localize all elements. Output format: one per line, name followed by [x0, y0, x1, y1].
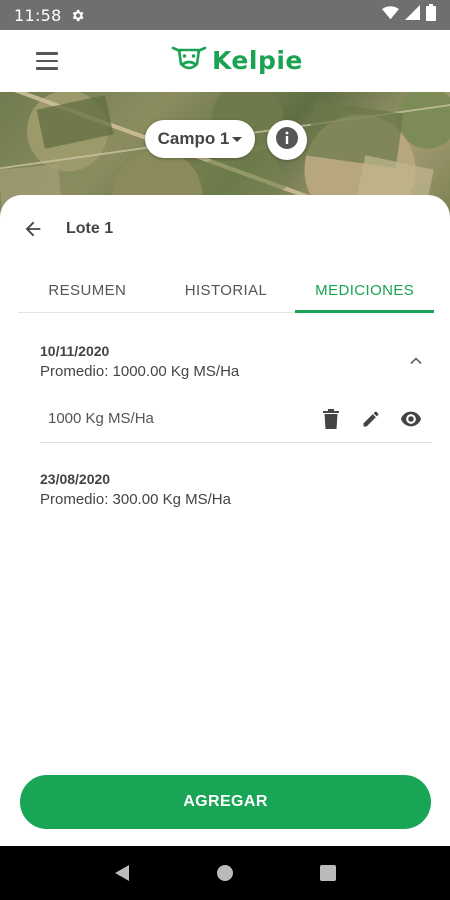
field-selector[interactable]: Campo 1 [145, 120, 255, 158]
nav-back-icon[interactable] [110, 861, 134, 885]
trash-icon[interactable] [320, 408, 342, 430]
tab-resumen[interactable]: RESUMEN [18, 273, 157, 312]
field-selector-label: Campo 1 [157, 129, 230, 148]
add-button[interactable]: AGREGAR [20, 775, 431, 829]
gear-icon [70, 8, 85, 23]
measurement-group[interactable]: 10/11/2020 Promedio: 1000.00 Kg MS/Ha [40, 343, 434, 383]
pencil-icon[interactable] [360, 408, 382, 430]
nav-recents-icon[interactable] [316, 861, 340, 885]
chevron-up-icon[interactable] [406, 351, 426, 371]
cow-logo-icon [170, 42, 208, 79]
measurement-row[interactable]: 1000 Kg MS/Ha [40, 395, 432, 443]
logo-text: Kelpie [212, 46, 303, 75]
eye-icon[interactable] [400, 408, 422, 430]
status-time: 11:58 [14, 5, 62, 25]
measurement-group[interactable]: 23/08/2020 Promedio: 300.00 Kg MS/Ha [40, 471, 434, 511]
measurement-value: 1000 Kg MS/Ha [48, 410, 154, 427]
sheet-header: Lote 1 [22, 217, 113, 241]
battery-icon [426, 4, 436, 26]
tab-mediciones[interactable]: MEDICIONES [295, 273, 434, 313]
status-bar: 11:58 [0, 0, 450, 30]
group-average: Promedio: 1000.00 Kg MS/Ha [40, 363, 240, 380]
back-arrow-icon[interactable] [22, 217, 46, 241]
wifi-icon [382, 5, 399, 25]
tab-historial[interactable]: HISTORIAL [157, 273, 296, 312]
caret-down-icon [232, 136, 243, 142]
group-date: 23/08/2020 [40, 471, 111, 487]
group-date: 10/11/2020 [40, 343, 110, 359]
lot-title: Lote 1 [66, 220, 114, 237]
nav-home-icon[interactable] [213, 861, 237, 885]
group-average: Promedio: 300.00 Kg MS/Ha [40, 491, 231, 508]
info-icon [275, 126, 299, 155]
app-bar: Kelpie [0, 30, 450, 92]
tab-bar: RESUMEN HISTORIAL MEDICIONES [18, 273, 434, 313]
lot-detail-sheet: Lote 1 RESUMEN HISTORIAL MEDICIONES 10/1… [0, 195, 450, 846]
info-button[interactable] [267, 120, 307, 160]
menu-icon[interactable] [36, 48, 66, 74]
app-logo: Kelpie [170, 42, 303, 79]
row-actions [320, 408, 422, 430]
system-nav-bar [0, 846, 450, 900]
signal-icon [405, 5, 420, 25]
status-indicators [382, 4, 436, 26]
